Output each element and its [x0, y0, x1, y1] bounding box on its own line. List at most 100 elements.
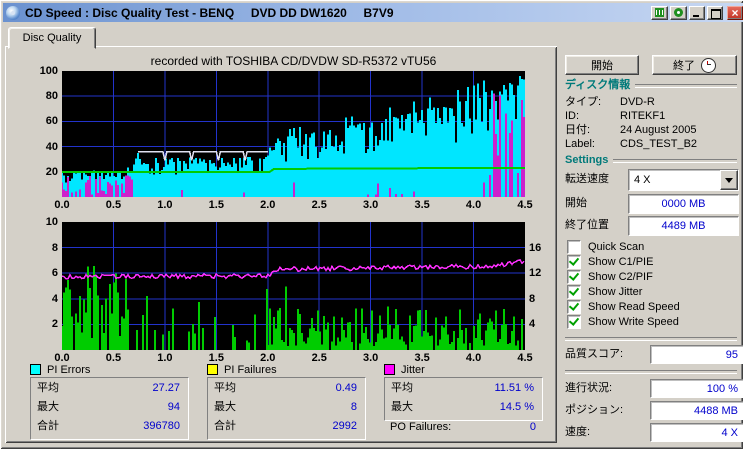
po-failures-label: PO Failures:	[390, 421, 452, 433]
axis-tick-label: 4.0	[465, 352, 482, 364]
disc-date-value: 24 August 2005	[620, 124, 697, 136]
quality-score-value: 95	[650, 345, 743, 364]
divider	[613, 159, 737, 163]
tab-label: Disc Quality	[22, 32, 82, 44]
axis-tick-label: 0.5	[105, 199, 122, 211]
axis-tick-label: 100	[39, 65, 58, 77]
axis-tick-label: 2.0	[260, 199, 276, 211]
axis-tick-label: 3.5	[414, 352, 430, 364]
disc-info-header: ディスク情報	[565, 79, 737, 92]
po-failures-row: PO Failures: 0	[390, 421, 536, 434]
show-write-speed-label: Show Write Speed	[588, 315, 679, 328]
transfer-speed-select[interactable]: 4 X	[628, 169, 739, 191]
show-write-speed-checkbox[interactable]	[567, 314, 581, 329]
jitter-stats: 平均 11.51 % 最大 14.5 %	[384, 377, 543, 421]
checkbox-row: Show Read Speed	[567, 299, 680, 314]
quick-scan-label: Quick Scan	[588, 240, 645, 253]
show-c2-pif-checkbox[interactable]	[567, 269, 581, 284]
divider	[565, 337, 737, 341]
quality-score-label: 品質スコア:	[565, 348, 624, 360]
axis-tick-label: 0.0	[54, 199, 70, 211]
axis-tick-label: 2.5	[311, 199, 327, 211]
show-c1-pie-checkbox[interactable]	[567, 254, 581, 269]
transfer-speed-value: 4 X	[634, 174, 651, 186]
pi-errors-swatch	[30, 364, 41, 375]
axis-tick-label: 3.5	[414, 199, 430, 211]
axis-tick-label: 4.0	[465, 199, 482, 211]
axis-tick-label: 80	[45, 90, 58, 103]
stat-row: 最大 94	[37, 401, 180, 413]
jitter-chart	[61, 222, 525, 350]
pi-failures-label: PI Failures	[224, 363, 277, 376]
axis-tick-label: 4.5	[517, 199, 533, 211]
axis-tick-label: 2	[51, 318, 58, 331]
show-jitter-checkbox[interactable]	[567, 284, 581, 299]
checkbox-row: Show C1/PIE	[567, 254, 653, 269]
disc-id-value: RITEKF1	[620, 110, 666, 122]
tab-disc-quality[interactable]: Disc Quality	[8, 27, 96, 49]
axis-tick-label: 3.0	[363, 199, 379, 211]
checkbox-row: Show Write Speed	[567, 314, 679, 329]
disc-id-label: ID:	[565, 110, 580, 122]
start-button[interactable]: 開始	[565, 55, 639, 75]
pi-errors-label: PI Errors	[47, 363, 91, 376]
progress-label: 進行状況:	[565, 382, 613, 394]
disc-label-value: CDS_TEST_B2	[620, 138, 698, 150]
legend-pi-errors: PI Errors	[30, 363, 91, 376]
start-position-field[interactable]: 0000 MB	[628, 194, 739, 214]
speed-label: 速度:	[565, 426, 591, 438]
axis-tick-label: 3.0	[363, 352, 379, 364]
checkbox-row: Show Jitter	[567, 284, 643, 299]
disc-type-label: タイプ:	[565, 96, 602, 108]
divider	[565, 370, 737, 374]
jitter-label: Jitter	[401, 363, 425, 376]
pi-errors-stats: 平均 27.27 最大 94 合計 396780	[30, 377, 189, 440]
axis-tick-label: 8	[529, 292, 536, 305]
progress-value: 100 %	[650, 379, 743, 398]
axis-tick-label: 6	[51, 267, 58, 280]
stat-row: 合計 396780	[37, 420, 180, 432]
axis-tick-label: 0.5	[105, 352, 122, 364]
axis-tick-label: 1.0	[157, 352, 173, 364]
axis-tick-label: 2.0	[260, 352, 276, 364]
end-position-field[interactable]: 4489 MB	[628, 216, 739, 236]
stat-row: 最大 8	[214, 401, 357, 413]
axis-tick-label: 4	[529, 318, 536, 331]
dropdown-arrow-button[interactable]	[720, 170, 738, 190]
stat-row: 平均 11.51 %	[391, 382, 534, 394]
axis-tick-label: 1.5	[208, 199, 224, 211]
axis-tick-label: 16	[529, 241, 542, 254]
position-value: 4488 MB	[650, 401, 743, 420]
disc-label-label: Label:	[565, 138, 595, 150]
position-label: ポジション:	[565, 404, 624, 416]
axis-tick-label: 40	[45, 140, 58, 153]
pi-errors-chart	[61, 71, 526, 197]
po-failures-value: 0	[529, 421, 536, 433]
disc-type-value: DVD-R	[620, 96, 655, 108]
show-jitter-label: Show Jitter	[588, 285, 643, 298]
axis-tick-label: 4	[51, 292, 58, 305]
axis-tick-label: 60	[45, 115, 58, 128]
show-read-speed-checkbox[interactable]	[567, 299, 581, 314]
legend-jitter: Jitter	[384, 363, 425, 376]
chevron-down-icon	[725, 177, 733, 183]
axis-tick-label: 4.5	[517, 352, 533, 364]
checkbox-row: Quick Scan	[567, 239, 645, 254]
pi-failures-swatch	[207, 364, 218, 375]
stat-row: 合計 2992	[214, 420, 357, 432]
stat-row: 最大 14.5 %	[391, 401, 534, 413]
axis-tick-label: 1.5	[208, 352, 224, 364]
clock-icon	[701, 57, 716, 73]
chart-header: recorded with TOSHIBA CD/DVDW SD-R5372 v…	[150, 54, 437, 68]
transfer-speed-label: 転送速度	[565, 173, 609, 185]
pi-failures-stats: 平均 0.49 最大 8 合計 2992	[207, 377, 366, 440]
divider	[635, 84, 737, 88]
end-position-label: 終了位置	[565, 219, 609, 231]
legend-pi-failures: PI Failures	[207, 363, 277, 376]
checkbox-row: Show C2/PIF	[567, 269, 653, 284]
axis-tick-label: 0.0	[54, 352, 70, 364]
stat-row: 平均 0.49	[214, 382, 357, 394]
quick-scan-checkbox[interactable]	[567, 239, 581, 254]
exit-button[interactable]: 終了	[652, 55, 737, 75]
start-position-label: 開始	[565, 197, 587, 209]
